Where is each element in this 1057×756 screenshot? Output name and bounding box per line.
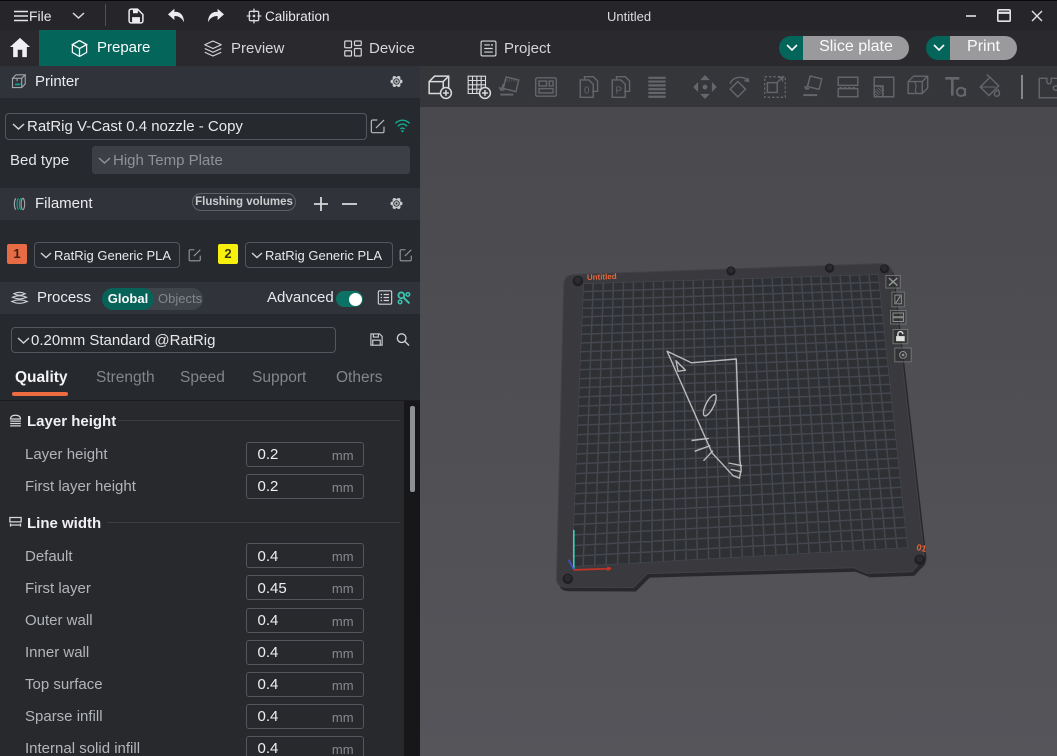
svg-text:AUTO: AUTO [504,78,518,84]
svg-text:P: P [615,86,622,97]
svg-text:Untitled: Untitled [587,272,617,282]
svg-text:01: 01 [916,542,928,554]
svg-text:0: 0 [584,86,590,97]
